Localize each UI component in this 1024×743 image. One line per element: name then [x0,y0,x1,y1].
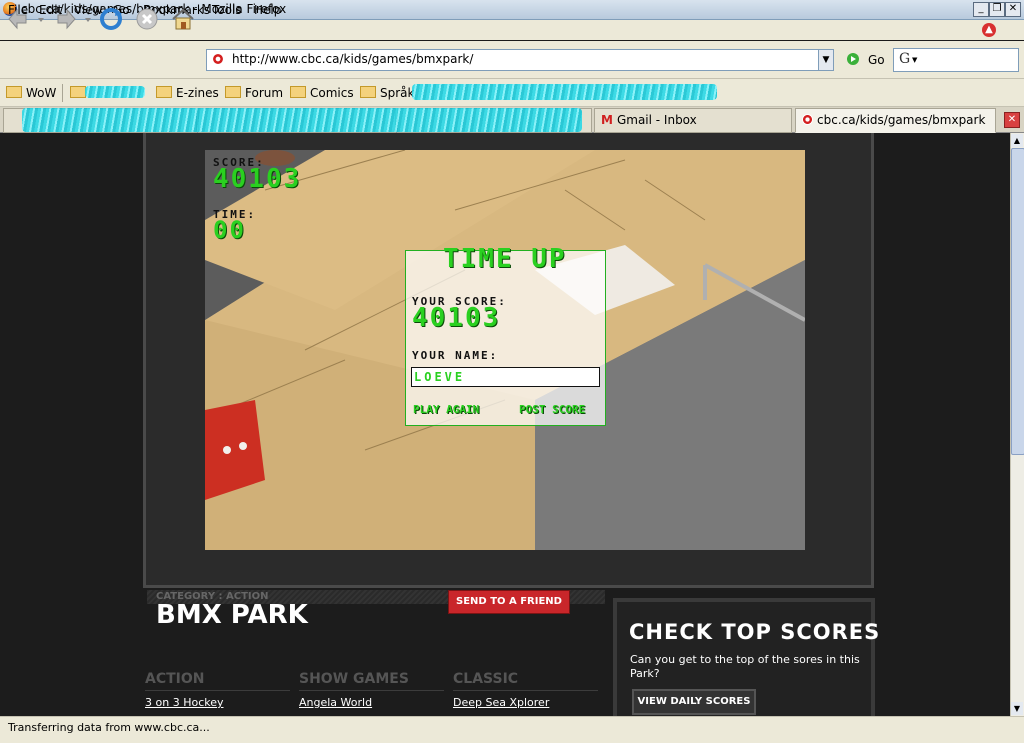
bookmark-folder-sprak[interactable]: Språk [360,86,414,100]
bookmark-label: WoW [26,86,57,100]
cbc-site-icon [802,114,813,125]
folder-icon [156,86,172,98]
link-angela-world[interactable]: Angela World [299,696,372,709]
status-text: Transferring data from www.cbc.ca... [8,721,210,734]
folder-icon [290,86,306,98]
update-alert-icon[interactable]: ▲ [982,23,996,37]
column-divider [453,690,598,691]
go-arrow-icon [847,53,859,65]
folder-icon [360,86,376,98]
your-score-value: 40103 [412,303,501,333]
hud-score-value: 40103 [213,164,302,194]
bookmark-label: E-zines [176,86,219,100]
search-engine-dropdown-icon[interactable]: ▼ [912,56,917,64]
top-scores-title: CHECK TOP SCORES [629,620,881,644]
url-history-dropdown[interactable]: ▼ [818,49,834,71]
column-divider [145,690,290,691]
link-3-on-3-hockey[interactable]: 3 on 3 Hockey [145,696,224,709]
google-search-icon[interactable]: G [899,51,910,67]
folder-icon [70,86,86,98]
restore-button[interactable]: ❐ [989,2,1005,17]
column-divider [299,690,444,691]
close-tab-icon[interactable]: ✕ [1004,112,1020,128]
gmail-icon: M [601,113,613,127]
tab-gmail[interactable]: M Gmail - Inbox [594,108,792,133]
forward-arrow-icon[interactable] [52,6,78,32]
bookmark-separator [62,84,63,102]
post-score-button[interactable]: POST SCORE [519,403,585,416]
search-box[interactable]: G ▼ [893,48,1019,72]
redaction-scribble [412,84,717,100]
hud-time-value: 00 [213,216,246,244]
reload-icon[interactable] [98,6,124,32]
bookmark-folder-ezines[interactable]: E-zines [156,86,219,100]
menu-tools[interactable]: Tools [212,3,242,17]
bookmark-label: Comics [310,86,354,100]
top-scores-description: Can you get to the top of the sores in t… [630,653,860,680]
cbc-site-icon [212,53,224,65]
forward-dropdown-icon[interactable] [84,16,92,24]
home-icon[interactable] [170,6,196,32]
bookmark-label: Språk [380,86,415,100]
send-to-friend-button[interactable]: SEND TO A FRIEND [448,590,570,614]
view-daily-scores-button[interactable]: VIEW DAILY SCORES [632,689,756,715]
url-text[interactable]: http://www.cbc.ca/kids/games/bmxpark/ [232,52,473,66]
close-window-button[interactable]: ✕ [1005,2,1021,17]
redaction-scribble [85,86,145,98]
time-up-dialog [405,250,606,426]
scroll-down-arrow-icon[interactable]: ▼ [1011,702,1023,715]
bookmark-label: Forum [245,86,284,100]
column-heading-action: ACTION [145,671,205,687]
bookmark-folder-comics[interactable]: Comics [290,86,354,100]
minimize-button[interactable]: _ [973,2,989,17]
tab-cbc-bmxpark[interactable]: cbc.ca/kids/games/bmxpark [795,108,996,133]
back-arrow-icon[interactable] [6,6,32,32]
play-again-button[interactable]: PLAY AGAIN [413,403,479,416]
bookmark-folder-wow[interactable]: WoW [6,86,56,100]
redaction-scribble [22,108,582,132]
tab-label: Gmail - Inbox [616,113,697,127]
column-heading-show-games: SHOW GAMES [299,671,409,687]
back-dropdown-icon[interactable] [37,16,45,24]
game-title: BMX PARK [156,600,308,630]
scroll-up-arrow-icon[interactable]: ▲ [1011,134,1023,147]
folder-icon [6,86,22,98]
column-heading-classic: CLASSIC [453,671,519,687]
bookmark-folder-forum[interactable]: Forum [225,86,283,100]
player-name-input[interactable] [411,367,600,387]
tab-label: cbc.ca/kids/games/bmxpark [817,113,986,127]
go-button[interactable] [846,52,860,66]
link-deep-sea-xplorer[interactable]: Deep Sea Xplorer [453,696,549,709]
go-label[interactable]: Go [868,53,885,67]
scrollbar-thumb[interactable] [1011,148,1024,455]
dialog-title: TIME UP [443,244,567,274]
menu-help[interactable]: Help [254,3,281,17]
stop-icon[interactable] [134,6,160,32]
your-name-label: YOUR NAME: [412,349,499,362]
folder-icon [225,86,241,98]
